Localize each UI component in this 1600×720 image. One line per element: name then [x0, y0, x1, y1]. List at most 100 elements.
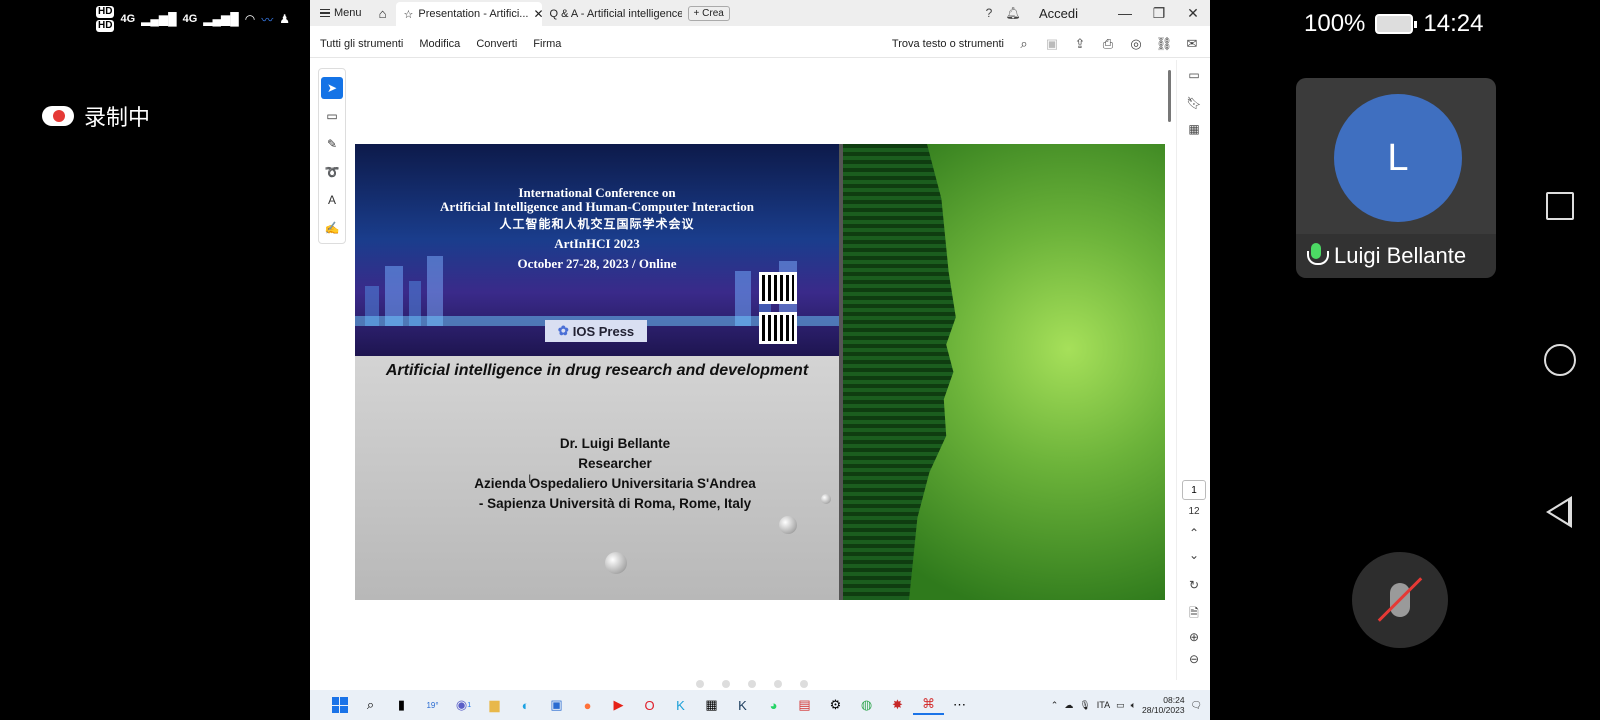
publisher-label: IOS Press [572, 323, 635, 339]
page-number-input[interactable]: 1 [1182, 480, 1206, 500]
chevron-down-icon[interactable]: ⌄ [1185, 548, 1203, 562]
print-icon[interactable]: ⎙ [1094, 36, 1122, 52]
new-tab-label: Crea [702, 7, 724, 19]
clock-date: 28/10/2023 [1142, 705, 1185, 715]
new-tab-button[interactable]: + Crea [687, 5, 730, 21]
comment-icon[interactable]: ▭ [321, 105, 343, 127]
tab-qa[interactable]: Q & A - Artificial intelligence... [542, 2, 682, 26]
media-app-icon[interactable]: ▤ [789, 695, 820, 715]
share-icon[interactable]: ◎ [1122, 36, 1150, 52]
weather-widget[interactable]: 19° [417, 695, 448, 715]
comments-panel-icon[interactable]: ▭ [1185, 68, 1203, 82]
notification-icon[interactable]: 🗨︎ [1191, 700, 1202, 711]
taskbar-clock[interactable]: 08:24 28/10/2023 [1142, 695, 1185, 715]
clock-time: 08:24 [1163, 695, 1185, 705]
opera-icon[interactable]: O [634, 695, 665, 715]
tab-presentation[interactable]: ☆ Presentation - Artifici... ✕ [395, 2, 544, 26]
signal-1-label: 4G [120, 13, 136, 25]
calculator-icon[interactable]: ▦ [696, 695, 727, 715]
hamburger-icon [320, 9, 330, 17]
back-triangle-icon[interactable] [1546, 496, 1572, 528]
mail-icon[interactable]: ✉ [1178, 36, 1206, 52]
start-button[interactable] [324, 695, 355, 715]
volume-icon[interactable]: 🔈︎ [1131, 700, 1136, 711]
menu-sign[interactable]: Firma [533, 38, 561, 50]
ios-flower-icon: ✿ [557, 323, 569, 338]
edge-browser-icon[interactable]: ◐ [510, 695, 541, 715]
screen-page-dots [670, 680, 808, 688]
wifi-icon: ◠ [244, 12, 256, 26]
recent-apps-icon[interactable] [1546, 192, 1574, 220]
home-icon[interactable]: ⌂ [370, 0, 396, 26]
vertical-scrollbar[interactable] [1168, 70, 1171, 122]
firefox-icon[interactable]: ● [572, 695, 603, 715]
browser-tab-bar: Menu ⌂ ☆ Presentation - Artifici... ✕ Q … [310, 0, 1210, 26]
tab-label: Presentation - Artifici... [418, 8, 529, 20]
microphone-icon[interactable]: 🎙︎ [1079, 700, 1090, 711]
author-role: Researcher [578, 456, 652, 471]
signin-button[interactable]: Accedi [1039, 6, 1078, 21]
zoom-in-icon[interactable]: ⊕ [1185, 630, 1203, 644]
ai-head-image [843, 144, 1165, 600]
author-block: Dr. Luigi Bellante Researcher Azienda Os… [445, 434, 785, 514]
menu-all-tools[interactable]: Tutti gli strumenti [320, 38, 403, 50]
k-app-icon[interactable]: K [665, 695, 696, 715]
minimize-icon[interactable]: — [1108, 5, 1142, 21]
more-apps-icon[interactable]: ⋯ [944, 695, 975, 715]
menu-button[interactable]: Menu [310, 0, 370, 26]
bookmarks-icon[interactable]: 🔖︎ [1185, 96, 1203, 110]
menu-edit[interactable]: Modifica [419, 38, 460, 50]
network-icon[interactable]: ▭ [1116, 700, 1125, 711]
save-icon[interactable]: ▣ [1038, 36, 1066, 52]
bell-icon[interactable]: 🔔︎ [1001, 6, 1025, 20]
teams-chat-icon[interactable]: ◉ 1 [448, 695, 479, 715]
language-indicator[interactable]: ITA [1097, 700, 1110, 710]
chevron-up-icon[interactable]: ⌃ [1185, 526, 1203, 540]
tab-label: Q & A - Artificial intelligence... [549, 8, 682, 20]
file-explorer-icon[interactable]: ▆ [479, 695, 510, 715]
app-notification-icon: 〰 [261, 12, 274, 27]
highlight-pen-icon[interactable]: ✎ [321, 133, 343, 155]
onedrive-icon[interactable]: ☁ [1064, 700, 1073, 711]
avatar: L [1334, 94, 1462, 222]
star-icon[interactable]: ☆ [404, 8, 414, 21]
text-box-icon[interactable]: A [321, 189, 343, 211]
tools-app-icon[interactable]: ⚙ [820, 695, 851, 715]
k-dark-app-icon[interactable]: K [727, 695, 758, 715]
screen: HD HD 4G ▂▄▆█ 4G ▂▄▆█ ◠ 〰 ♟ 录制中 100% 14:… [0, 0, 1600, 720]
store-icon[interactable]: ▣ [541, 695, 572, 715]
task-view-icon[interactable]: ▮ [386, 695, 417, 715]
menu-convert[interactable]: Converti [476, 38, 517, 50]
qr-code-2 [759, 312, 797, 344]
rotate-icon[interactable]: ↻ [1185, 578, 1203, 592]
help-icon[interactable]: ? [977, 6, 1001, 20]
link-icon[interactable]: ⛓ [1150, 36, 1178, 52]
zoom-out-icon[interactable]: ⊖ [1185, 652, 1203, 666]
text-cursor-icon: I [528, 472, 532, 486]
sign-icon[interactable]: ✍ [321, 217, 343, 239]
page-dot [774, 680, 782, 688]
restore-icon[interactable]: ❐ [1142, 5, 1176, 22]
signal-2-label: 4G [182, 13, 198, 25]
search-icon[interactable]: ⌕ [355, 695, 386, 715]
chevron-up-icon[interactable]: ⌃ [1051, 700, 1059, 711]
thumbnails-grid-icon[interactable]: ▦ [1185, 122, 1203, 136]
acrobat-icon[interactable]: ⌘ [913, 695, 944, 715]
page-export-icon[interactable]: 🗎 [1185, 604, 1203, 625]
page-dot [800, 680, 808, 688]
search-icon[interactable]: ⌕ [1010, 36, 1038, 52]
participant-tile[interactable]: L Luigi Bellante [1296, 78, 1496, 278]
select-arrow-icon[interactable]: ➤ [321, 77, 343, 99]
find-tools-field[interactable]: Trova testo o strumenti [892, 38, 1004, 50]
game-app-icon[interactable]: ✸ [882, 695, 913, 715]
youtube-icon[interactable]: ▶ [603, 695, 634, 715]
slide-page: International Conference on Artificial I… [355, 144, 1165, 600]
upload-cloud-icon[interactable]: ⇪ [1066, 36, 1094, 52]
chrome-icon[interactable]: ◍ [851, 695, 882, 715]
whatsapp-icon[interactable]: ◕ [758, 695, 789, 715]
draw-lasso-icon[interactable]: ➰ [321, 161, 343, 183]
right-rail: ▭ 🔖︎ ▦ 1 12 ⌃ ⌄ ↻ 🗎 ⊕ ⊖ [1176, 60, 1210, 680]
conference-text: International Conference on Artificial I… [355, 186, 839, 274]
close-window-icon[interactable]: ✕ [1176, 5, 1210, 22]
home-circle-icon[interactable] [1544, 344, 1576, 376]
